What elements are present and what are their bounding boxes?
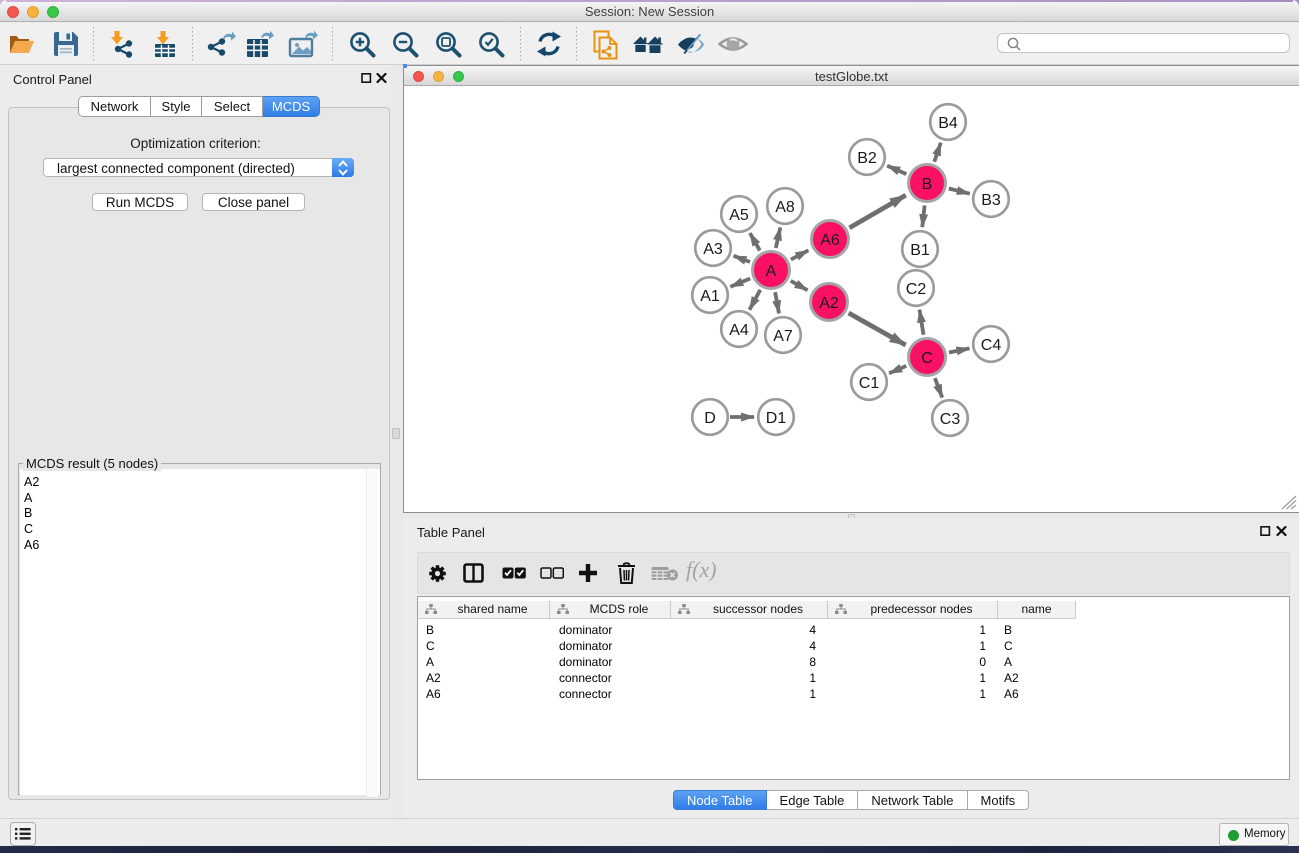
svg-text:B3: B3 [981, 192, 1001, 209]
svg-text:A3: A3 [703, 241, 723, 258]
svg-text:A7: A7 [773, 328, 793, 345]
svg-text:A2: A2 [819, 295, 839, 312]
svg-text:A5: A5 [729, 207, 749, 224]
svg-text:C: C [921, 350, 933, 367]
svg-text:A1: A1 [700, 288, 720, 305]
svg-text:D: D [704, 410, 716, 427]
svg-text:B1: B1 [910, 242, 930, 259]
svg-text:B: B [922, 176, 933, 193]
svg-text:B2: B2 [857, 150, 877, 167]
svg-text:A8: A8 [775, 199, 795, 216]
svg-text:D1: D1 [766, 410, 787, 427]
svg-text:A6: A6 [820, 232, 840, 249]
svg-text:C3: C3 [940, 411, 961, 428]
svg-text:C1: C1 [859, 375, 880, 392]
svg-text:A4: A4 [729, 322, 749, 339]
svg-text:C4: C4 [981, 337, 1002, 354]
svg-text:C2: C2 [906, 281, 927, 298]
svg-text:B4: B4 [938, 115, 958, 132]
svg-text:A: A [766, 263, 777, 280]
